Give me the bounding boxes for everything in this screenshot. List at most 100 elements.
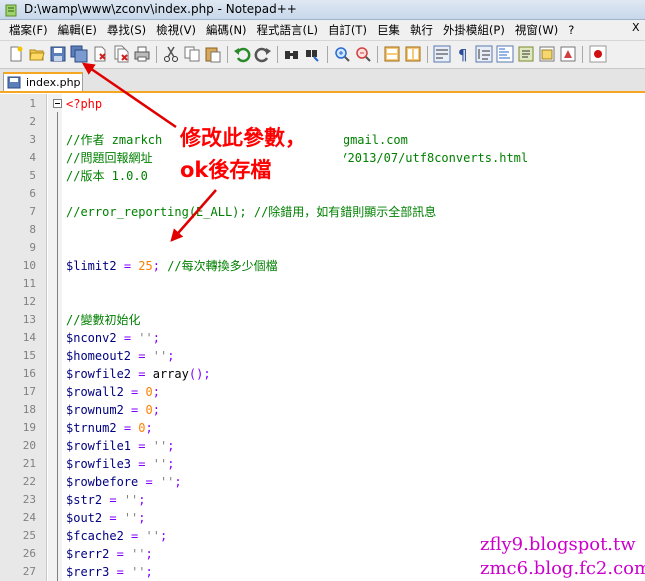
code-line[interactable]: 18 $rownum2 = 0; xyxy=(0,401,645,419)
notepad-plus-plus-icon xyxy=(5,4,17,17)
code-line[interactable]: 14 $nconv2 = ''; xyxy=(0,329,645,347)
code-text: $fcache2 = ''; xyxy=(66,529,168,543)
record-macro-icon[interactable] xyxy=(589,45,607,63)
replace-icon[interactable] xyxy=(304,45,322,63)
menu-run[interactable]: 執行 xyxy=(405,20,438,40)
toolbar-separator xyxy=(277,46,278,63)
indent-guide-icon[interactable] xyxy=(475,45,493,63)
new-file-icon[interactable] xyxy=(7,45,25,63)
code-line[interactable]: 22 $rowbefore = ''; xyxy=(0,473,645,491)
code-line[interactable]: 8 xyxy=(0,221,645,239)
code-line[interactable]: 21 $rowfile3 = ''; xyxy=(0,455,645,473)
code-line[interactable]: 11 xyxy=(0,275,645,293)
copy-icon[interactable] xyxy=(183,45,201,63)
code-line[interactable]: 12 xyxy=(0,293,645,311)
menu-search[interactable]: 尋找(S) xyxy=(102,20,151,40)
redo-icon[interactable] xyxy=(254,45,272,63)
code-line[interactable]: 15 $homeout2 = ''; xyxy=(0,347,645,365)
code-text: $rerr3 = ''; xyxy=(66,565,153,579)
close-icon[interactable] xyxy=(91,45,109,63)
code-text: $nconv2 = ''; xyxy=(66,331,160,345)
toolbar-separator xyxy=(582,46,583,63)
sync-h-icon[interactable] xyxy=(404,45,422,63)
code-line[interactable]: 16 $rowfile2 = array(); xyxy=(0,365,645,383)
menu-macro[interactable]: 巨集 xyxy=(372,20,405,40)
folder-icon[interactable] xyxy=(538,45,556,63)
watermark-line-1: zfly9.blogspot.tw xyxy=(480,534,636,555)
toolbar: ¶ xyxy=(0,41,645,69)
code-line[interactable]: 19 $trnum2 = 0; xyxy=(0,419,645,437)
menu-settings[interactable]: 自訂(T) xyxy=(323,20,372,40)
line-number: 15 xyxy=(22,349,36,362)
code-text: //error_reporting(E_ALL); //除錯用，如有錯則顯示全部… xyxy=(66,205,437,219)
save-all-icon[interactable] xyxy=(70,45,88,63)
code-line[interactable]: 20 $rowfile1 = ''; xyxy=(0,437,645,455)
toolbar-separator xyxy=(156,46,157,63)
document-close-button[interactable]: X xyxy=(632,21,640,34)
code-text: $rowfile3 = ''; xyxy=(66,457,175,471)
code-line[interactable]: 13 //變數初始化 xyxy=(0,311,645,329)
line-number: 11 xyxy=(22,277,36,290)
line-number: 3 xyxy=(29,133,36,146)
menu-language[interactable]: 程式語言(L) xyxy=(252,20,323,40)
print-icon[interactable] xyxy=(133,45,151,63)
code-text: $homeout2 = ''; xyxy=(66,349,175,363)
annotation-line-2: ok後存檔 xyxy=(180,158,272,182)
annotation-line-1: 修改此參數， xyxy=(180,126,306,150)
menu-plugins[interactable]: 外掛模組(P) xyxy=(438,20,510,40)
undo-icon[interactable] xyxy=(233,45,251,63)
word-wrap-icon[interactable] xyxy=(433,45,451,63)
line-number: 2 xyxy=(29,115,36,128)
close-all-icon[interactable] xyxy=(112,45,130,63)
function-list-icon[interactable] xyxy=(517,45,535,63)
window-title: D:\wamp\www\zconv\index.php - Notepad++ xyxy=(24,2,297,16)
line-number: 19 xyxy=(22,421,36,434)
menu-window[interactable]: 視窗(W) xyxy=(510,20,563,40)
line-number: 26 xyxy=(22,547,36,560)
paste-icon[interactable] xyxy=(204,45,222,63)
code-line[interactable]: 24 $out2 = ''; xyxy=(0,509,645,527)
sync-v-icon[interactable] xyxy=(383,45,401,63)
code-line[interactable]: 1 <?php xyxy=(0,95,645,113)
code-text: $rowfile2 = array(); xyxy=(66,367,211,381)
line-number: 7 xyxy=(29,205,36,218)
line-number: 16 xyxy=(22,367,36,380)
macro-playback-icon[interactable] xyxy=(559,45,577,63)
menu-view[interactable]: 檢視(V) xyxy=(151,20,201,40)
code-line[interactable]: 10 $limit2 = 25; //每次轉換多少個檔 xyxy=(0,257,645,275)
line-number: 5 xyxy=(29,169,36,182)
line-number: 21 xyxy=(22,457,36,470)
open-file-icon[interactable] xyxy=(28,45,46,63)
cut-icon[interactable] xyxy=(162,45,180,63)
line-number: 27 xyxy=(22,565,36,578)
doc-map-icon[interactable] xyxy=(496,45,514,63)
line-number: 6 xyxy=(29,187,36,200)
line-number: 20 xyxy=(22,439,36,452)
menu-file[interactable]: 檔案(F) xyxy=(4,20,53,40)
code-text: //變數初始化 xyxy=(66,313,141,327)
code-line[interactable]: 9 xyxy=(0,239,645,257)
code-text: $trnum2 = 0; xyxy=(66,421,153,435)
line-number: 9 xyxy=(29,241,36,254)
save-icon[interactable] xyxy=(49,45,67,63)
code-line[interactable]: 7 //error_reporting(E_ALL); //除錯用，如有錯則顯示全… xyxy=(0,203,645,221)
code-line[interactable]: 23 $str2 = ''; xyxy=(0,491,645,509)
menu-bar: 檔案(F) 編輯(E) 尋找(S) 檢視(V) 編碼(N) 程式語言(L) 自訂… xyxy=(0,20,645,41)
line-number: 22 xyxy=(22,475,36,488)
code-text: //版本 1.0.0 xyxy=(66,169,148,183)
menu-edit[interactable]: 編輯(E) xyxy=(53,20,102,40)
zoom-out-icon[interactable] xyxy=(354,45,372,63)
menu-help[interactable]: ? xyxy=(563,20,579,40)
code-text: $limit2 = 25; //每次轉換多少個檔 xyxy=(66,259,278,273)
menu-encoding[interactable]: 編碼(N) xyxy=(201,20,252,40)
line-number: 8 xyxy=(29,223,36,236)
toolbar-separator xyxy=(377,46,378,63)
toolbar-separator xyxy=(327,46,328,63)
code-text: $rowfile1 = ''; xyxy=(66,439,175,453)
tab-index-php[interactable]: index.php xyxy=(3,72,83,91)
code-line[interactable]: 17 $rowall2 = 0; xyxy=(0,383,645,401)
show-all-chars-icon[interactable]: ¶ xyxy=(454,45,472,63)
zoom-in-icon[interactable] xyxy=(333,45,351,63)
find-icon[interactable] xyxy=(283,45,301,63)
code-text: $str2 = ''; xyxy=(66,493,146,507)
